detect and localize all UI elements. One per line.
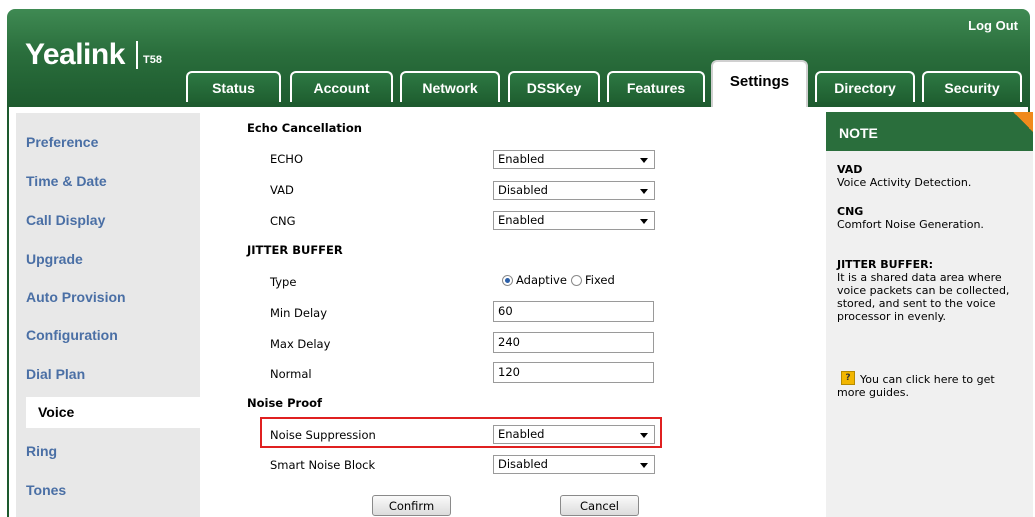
sidebar-item-voice[interactable]: Voice [38, 404, 74, 420]
note-jitter-line-3: stored, and sent to the voice [837, 297, 996, 310]
sidebar-item-dial-plan[interactable]: Dial Plan [26, 366, 85, 382]
chevron-down-icon [640, 463, 648, 468]
note-guide-link-line-2[interactable]: more guides. [837, 386, 909, 399]
note-vad-title: VAD [837, 163, 863, 176]
note-corner-icon [1013, 112, 1033, 132]
cng-select[interactable]: Enabled [493, 211, 655, 230]
logo-divider [136, 41, 138, 69]
cng-value: Enabled [498, 213, 545, 227]
sidebar-item-auto-provision[interactable]: Auto Provision [26, 289, 126, 305]
tab-security[interactable]: Security [922, 71, 1022, 102]
tab-directory[interactable]: Directory [815, 71, 915, 102]
radio-adaptive-label[interactable]: Adaptive [516, 273, 567, 287]
noise-suppression-value: Enabled [498, 427, 545, 441]
header: Yealink T58 Log Out Status Account Netwo… [0, 0, 1035, 107]
radio-fixed[interactable] [571, 275, 582, 286]
tab-status[interactable]: Status [186, 71, 281, 102]
vad-label: VAD [270, 183, 294, 197]
note-jitter-line-2: voice packets can be collected, [837, 284, 1010, 297]
section-jitter-buffer: JITTER BUFFER [247, 243, 343, 257]
tab-network[interactable]: Network [400, 71, 500, 102]
confirm-button[interactable]: Confirm [372, 495, 451, 516]
sidebar-item-ring[interactable]: Ring [26, 443, 57, 459]
type-label: Type [270, 275, 297, 289]
echo-label: ECHO [270, 152, 303, 166]
sidebar-item-upgrade[interactable]: Upgrade [26, 251, 83, 267]
sidebar-item-call-display[interactable]: Call Display [26, 212, 105, 228]
noise-suppression-select[interactable]: Enabled [493, 425, 655, 444]
note-header: NOTE [826, 112, 1033, 151]
model-label: T58 [143, 54, 162, 66]
chevron-down-icon [640, 219, 648, 224]
note-vad-text: Voice Activity Detection. [837, 176, 972, 189]
note-jitter-line-4: processor in evenly. [837, 310, 947, 323]
note-jitter-line-1: It is a shared data area where [837, 271, 1002, 284]
logo: Yealink [25, 38, 125, 71]
sidebar-item-configuration[interactable]: Configuration [26, 327, 118, 343]
sidebar-item-preference[interactable]: Preference [26, 134, 98, 150]
note-cng-text: Comfort Noise Generation. [837, 218, 984, 231]
chevron-down-icon [640, 158, 648, 163]
normal-label: Normal [270, 367, 312, 381]
tab-features[interactable]: Features [607, 71, 705, 102]
echo-select[interactable]: Enabled [493, 150, 655, 169]
vad-value: Disabled [498, 183, 548, 197]
section-echo-cancellation: Echo Cancellation [247, 121, 362, 135]
smart-noise-block-label: Smart Noise Block [270, 458, 376, 472]
radio-adaptive[interactable] [502, 275, 513, 286]
noise-suppression-label: Noise Suppression [270, 428, 376, 442]
radio-fixed-label[interactable]: Fixed [585, 273, 615, 287]
min-delay-input[interactable]: 60 [493, 301, 654, 322]
note-cng-title: CNG [837, 205, 864, 218]
help-book-icon[interactable]: ? [841, 371, 855, 385]
min-delay-label: Min Delay [270, 306, 328, 320]
smart-noise-block-value: Disabled [498, 457, 548, 471]
max-delay-label: Max Delay [270, 337, 331, 351]
note-jitter-title: JITTER BUFFER: [837, 258, 933, 271]
chevron-down-icon [640, 189, 648, 194]
echo-value: Enabled [498, 152, 545, 166]
max-delay-input[interactable]: 240 [493, 332, 654, 353]
tab-account[interactable]: Account [290, 71, 393, 102]
section-noise-proof: Noise Proof [247, 396, 323, 410]
sidebar-item-time-date[interactable]: Time & Date [26, 173, 107, 189]
tab-settings[interactable]: Settings [711, 60, 808, 107]
cancel-button[interactable]: Cancel [560, 495, 639, 516]
logout-link[interactable]: Log Out [968, 18, 1018, 33]
normal-input[interactable]: 120 [493, 362, 654, 383]
note-guide-link-line-1[interactable]: You can click here to get [860, 373, 995, 386]
smart-noise-block-select[interactable]: Disabled [493, 455, 655, 474]
chevron-down-icon [640, 433, 648, 438]
vad-select[interactable]: Disabled [493, 181, 655, 200]
cng-label: CNG [270, 214, 296, 228]
tab-dsskey[interactable]: DSSKey [508, 71, 600, 102]
sidebar-item-tones[interactable]: Tones [26, 482, 66, 498]
